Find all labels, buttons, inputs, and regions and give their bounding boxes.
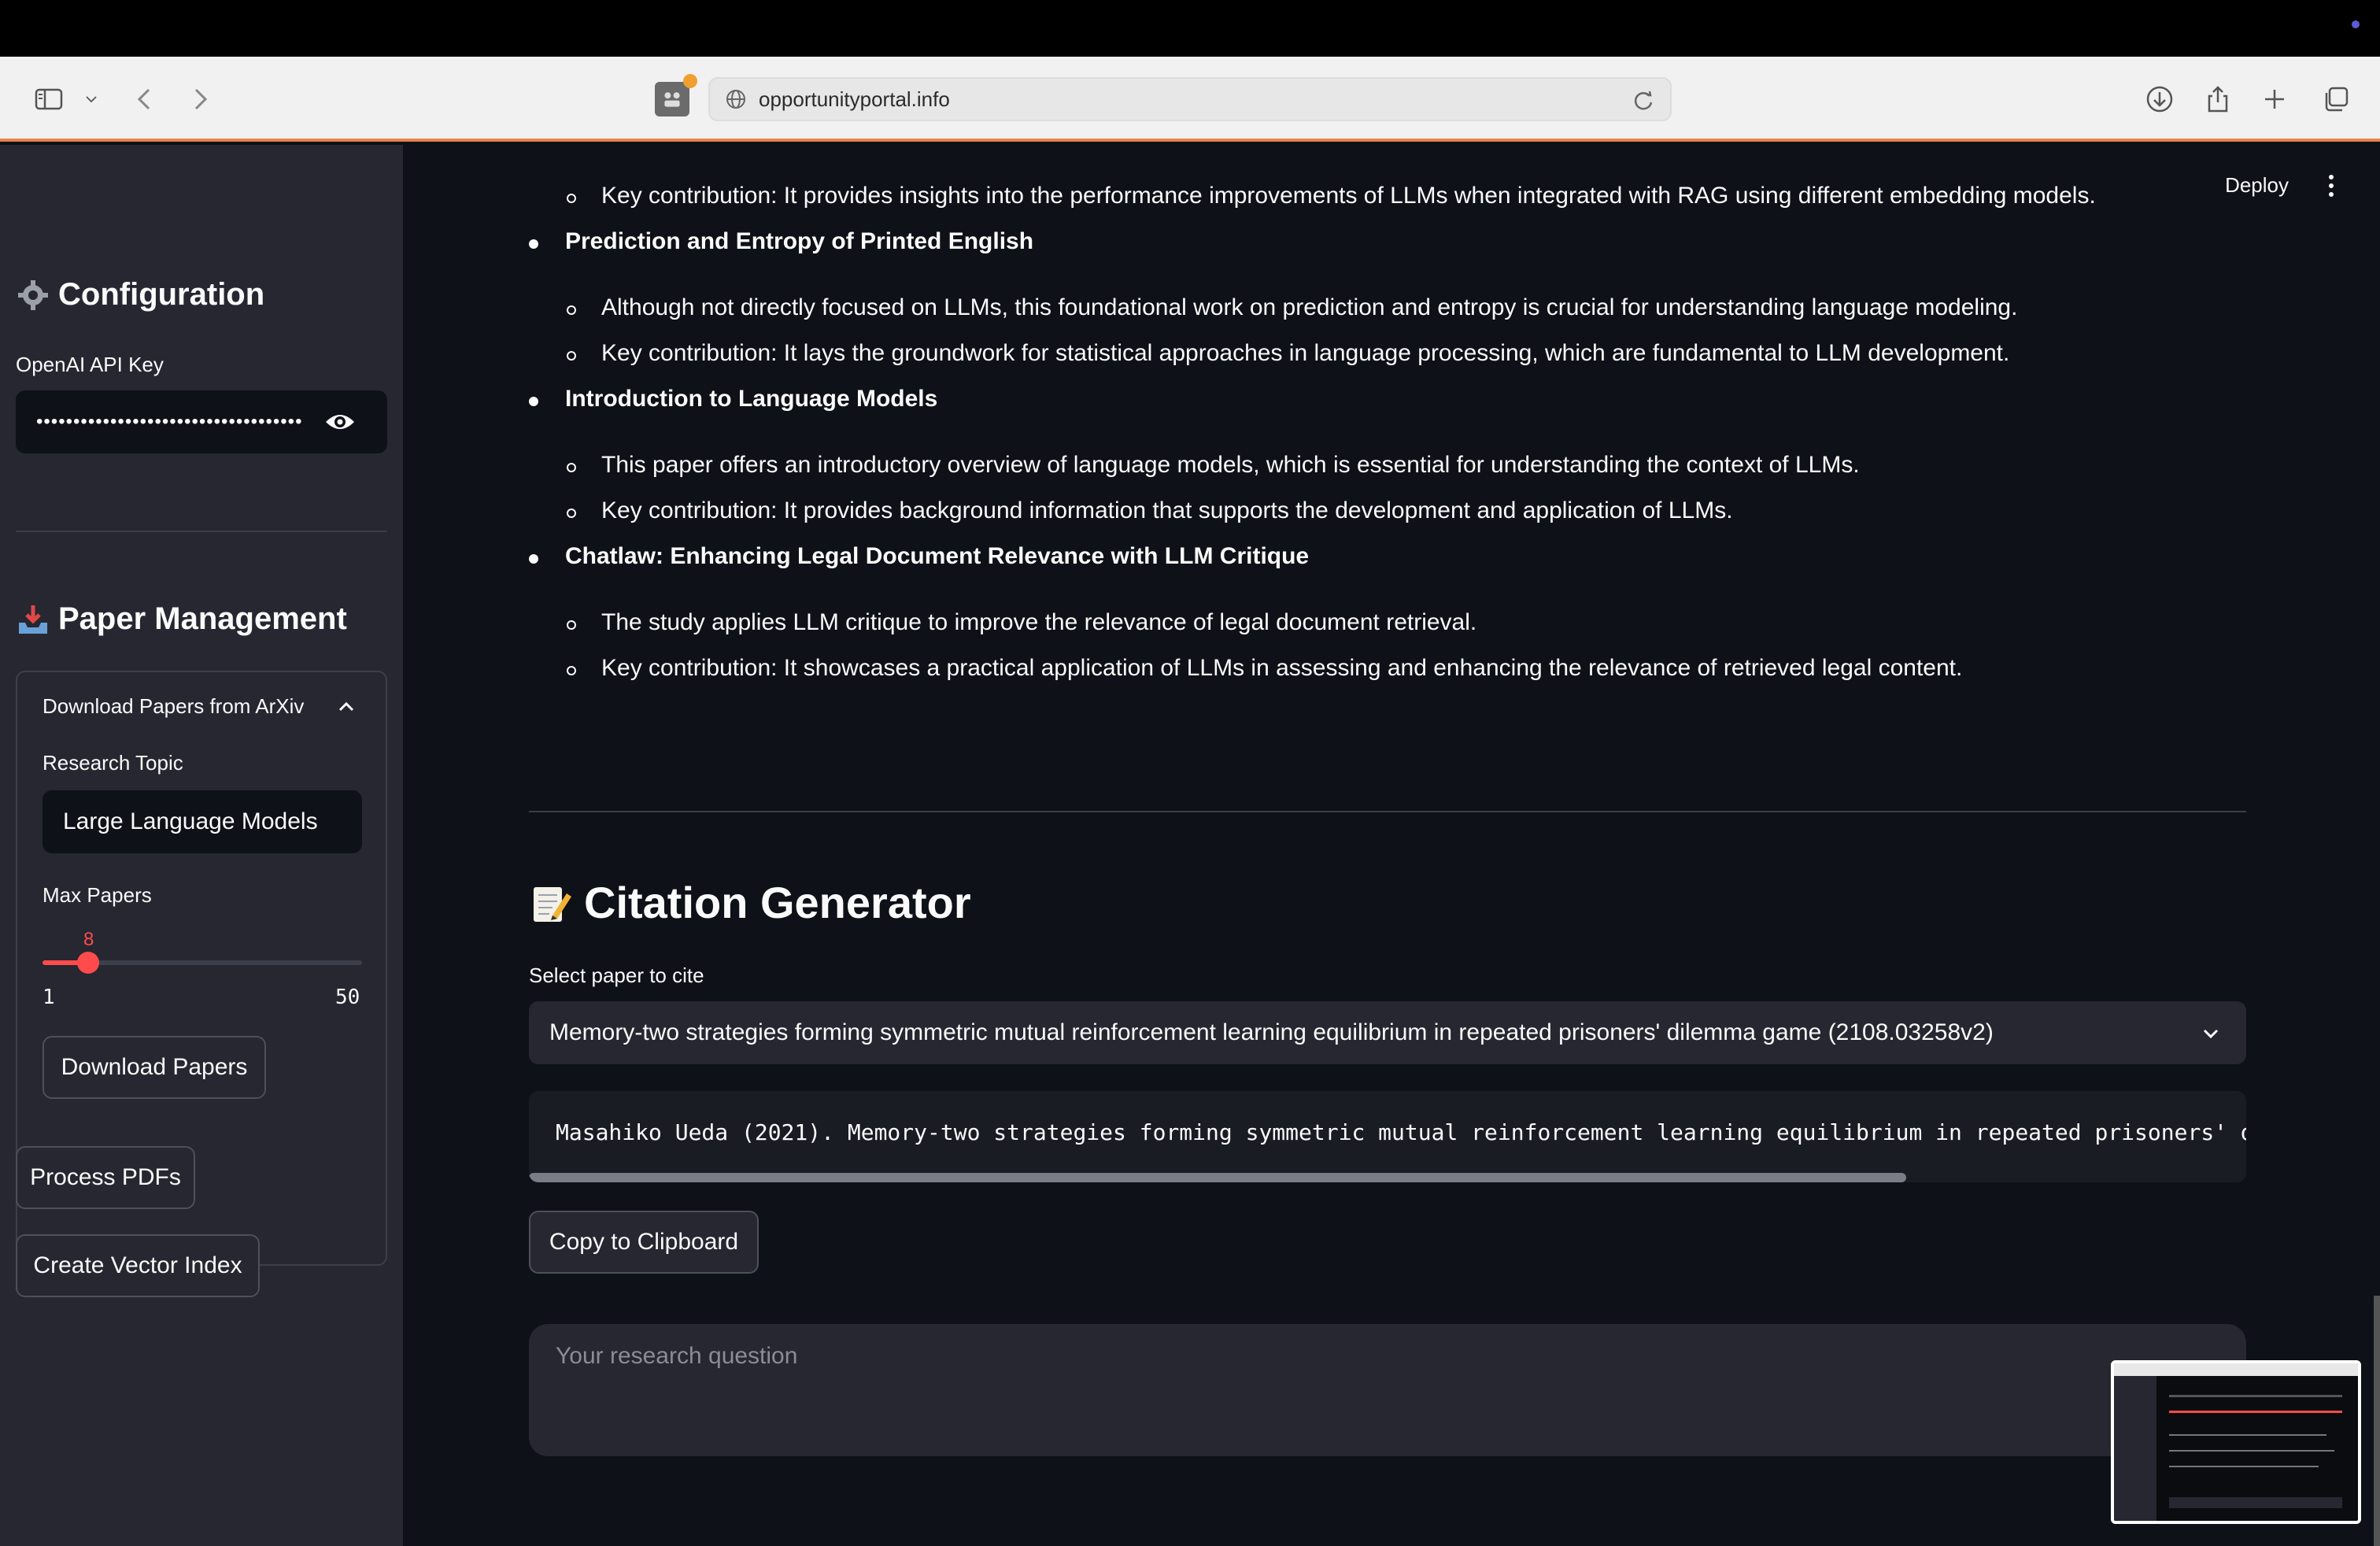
bullet-circle-icon xyxy=(567,351,576,361)
expander-header[interactable]: Download Papers from ArXiv xyxy=(42,694,304,719)
citation-code-block[interactable]: Masahiko Ueda (2021). Memory-two strateg… xyxy=(529,1091,2246,1182)
paper-detail-item: Key contribution: It showcases a practic… xyxy=(601,655,1963,681)
max-papers-slider[interactable] xyxy=(42,952,362,974)
tab-overview-icon[interactable] xyxy=(2317,80,2355,118)
research-topic-label: Research Topic xyxy=(42,751,183,775)
memo-icon xyxy=(534,886,571,922)
api-key-value: •••••••••••••••••••••••••••••••••••• xyxy=(36,411,303,432)
paper-title-item: Prediction and Entropy of Printed Englis… xyxy=(565,228,1034,254)
warning-badge-icon xyxy=(683,74,697,88)
bullet-circle-icon xyxy=(567,620,576,630)
max-papers-label: Max Papers xyxy=(42,883,152,907)
research-topic-input[interactable]: Large Language Models xyxy=(42,790,362,853)
bullet-disc-icon xyxy=(529,397,538,406)
slider-min: 1 xyxy=(42,986,55,1009)
configuration-heading: Configuration xyxy=(16,277,264,313)
api-key-label: OpenAI API Key xyxy=(16,353,164,376)
paper-detail-item: Key contribution: It provides background… xyxy=(601,497,1733,523)
deploy-button[interactable]: Deploy xyxy=(2225,173,2289,198)
section-divider xyxy=(529,811,2246,812)
status-dot-icon xyxy=(2352,20,2360,28)
paper-detail-item: Although not directly focused on LLMs, t… xyxy=(601,294,2018,320)
new-tab-icon[interactable] xyxy=(2256,80,2293,118)
citation-text: Masahiko Ueda (2021). Memory-two strateg… xyxy=(556,1119,2246,1145)
sidebar: Configuration OpenAI API Key •••••••••••… xyxy=(0,145,403,1546)
download-icon[interactable] xyxy=(2141,80,2179,118)
citation-heading: Citation Generator xyxy=(529,877,971,928)
preview-line xyxy=(2169,1395,2342,1397)
reload-icon[interactable] xyxy=(1631,88,1656,113)
chevron-down-icon[interactable] xyxy=(77,80,105,118)
create-vector-index-button[interactable]: Create Vector Index xyxy=(16,1234,260,1297)
paper-detail-item: Key contribution: It lays the groundwork… xyxy=(601,340,2010,366)
max-papers-value: 8 xyxy=(83,929,94,950)
preview-line xyxy=(2169,1434,2326,1436)
preview-line xyxy=(2169,1466,2319,1467)
extension-icon[interactable] xyxy=(655,82,689,117)
inbox-tray-icon xyxy=(19,605,47,634)
bullet-disc-icon xyxy=(529,239,538,249)
preview-toolbar xyxy=(2114,1363,2358,1376)
process-pdfs-button[interactable]: Process PDFs xyxy=(16,1146,195,1209)
select-paper-label: Select paper to cite xyxy=(529,963,704,987)
research-question-placeholder: Your research question xyxy=(556,1343,798,1369)
chevron-up-icon[interactable] xyxy=(335,696,357,718)
preview-line xyxy=(2169,1450,2334,1452)
slider-thumb[interactable] xyxy=(77,952,100,974)
horizontal-scrollbar[interactable] xyxy=(529,1173,1906,1182)
gear-icon xyxy=(18,279,48,310)
bullet-circle-icon xyxy=(567,666,576,675)
share-icon[interactable] xyxy=(2199,80,2237,118)
paper-detail-item: This paper offers an introductory overvi… xyxy=(601,452,1860,478)
paper-select[interactable]: Memory-two strategies forming symmetric … xyxy=(529,1001,2246,1064)
chevron-down-icon[interactable] xyxy=(2199,1022,2223,1045)
bullet-circle-icon xyxy=(567,305,576,315)
back-icon[interactable] xyxy=(126,80,164,118)
forward-icon[interactable] xyxy=(181,80,219,118)
url-text: opportunityportal.info xyxy=(759,87,950,111)
bullet-circle-icon xyxy=(567,509,576,518)
research-question-input[interactable]: Your research question xyxy=(529,1324,2246,1456)
paper-title-item: Introduction to Language Models xyxy=(565,386,938,412)
copy-to-clipboard-button[interactable]: Copy to Clipboard xyxy=(529,1211,759,1274)
more-menu-icon[interactable] xyxy=(2326,173,2336,198)
bullet-circle-icon xyxy=(567,194,576,203)
main-content: Deploy Key contribution: It provides ins… xyxy=(403,145,2380,1546)
paper-management-heading: Paper Management xyxy=(16,601,347,637)
download-papers-button[interactable]: Download Papers xyxy=(42,1036,266,1099)
api-key-input[interactable]: •••••••••••••••••••••••••••••••••••• xyxy=(16,390,387,453)
browser-toolbar: opportunityportal.info xyxy=(0,57,2380,142)
paper-detail-item: The study applies LLM critique to improv… xyxy=(601,609,1477,635)
preview-sidebar xyxy=(2114,1376,2156,1521)
eye-icon[interactable] xyxy=(324,408,356,436)
paper-detail-item: Key contribution: It provides insights i… xyxy=(601,183,2096,209)
page-scrollbar[interactable] xyxy=(2374,1296,2380,1546)
bullet-disc-icon xyxy=(529,554,538,564)
paper-management-title: Paper Management xyxy=(58,601,347,636)
sidebar-divider xyxy=(16,531,387,532)
slider-max: 50 xyxy=(335,986,360,1009)
citation-title: Citation Generator xyxy=(584,878,971,927)
configuration-title: Configuration xyxy=(58,277,265,312)
bullet-circle-icon xyxy=(567,463,576,472)
preview-line xyxy=(2169,1497,2342,1508)
window-preview-thumbnail[interactable] xyxy=(2111,1360,2361,1524)
selected-paper: Memory-two strategies forming symmetric … xyxy=(549,1019,1994,1045)
screen: opportunityportal.info Configuration Ope… xyxy=(0,0,2380,1546)
sidebar-toggle-icon[interactable] xyxy=(30,80,68,118)
globe-icon xyxy=(726,90,745,109)
preview-line xyxy=(2169,1411,2342,1413)
menu-bar xyxy=(0,0,2380,57)
address-bar[interactable]: opportunityportal.info xyxy=(708,77,1672,121)
paper-title-item: Chatlaw: Enhancing Legal Document Releva… xyxy=(565,543,1310,569)
